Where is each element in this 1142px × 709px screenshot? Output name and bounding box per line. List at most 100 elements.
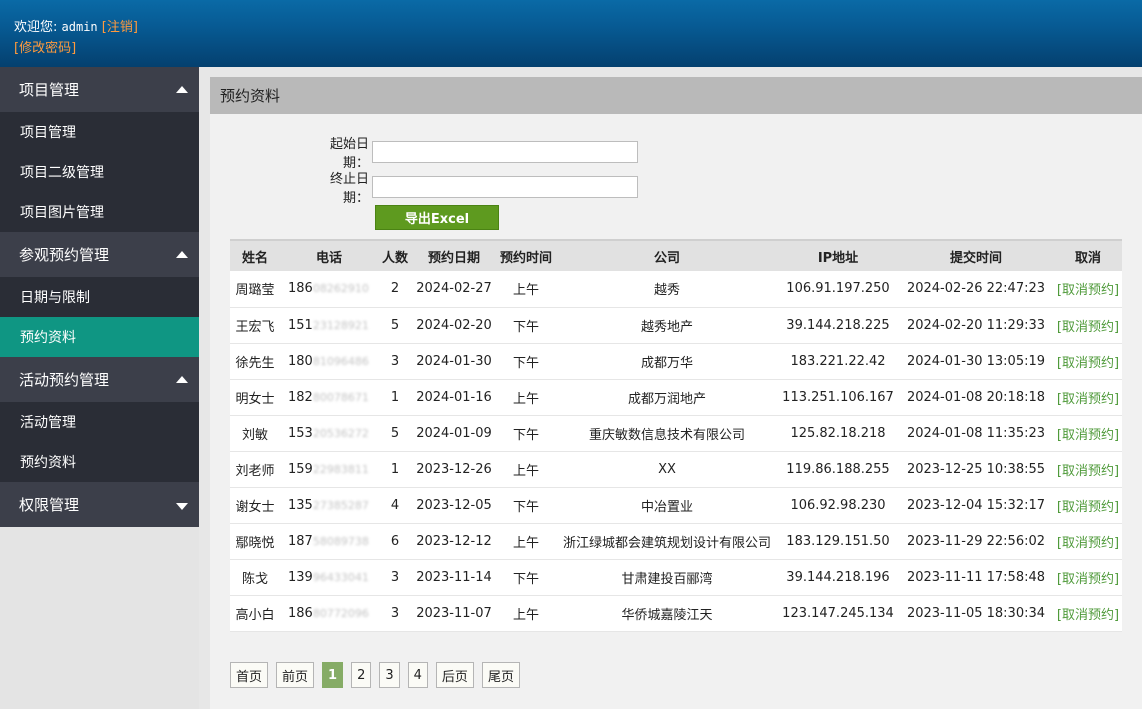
- logout-link[interactable]: [注销]: [102, 20, 138, 35]
- sidebar-group-label: 参观预约管理: [19, 246, 110, 264]
- phone-masked: 23128921: [312, 318, 369, 332]
- table-row: 周璐莹 18608262910 2 2024-02-27 上午 越秀 106.91.197.…: [230, 271, 1122, 308]
- column-header: 取消: [1054, 239, 1122, 271]
- cancel-booking-link[interactable]: [取消预约]: [1057, 392, 1119, 407]
- phone-cell: 15922983811: [280, 451, 378, 488]
- cancel-booking-link[interactable]: [取消预约]: [1057, 283, 1119, 298]
- time-cell: 上午: [496, 271, 556, 308]
- people-cell: 3: [378, 343, 412, 380]
- phone-prefix: 182: [288, 389, 313, 405]
- cancel-booking-link[interactable]: [取消预约]: [1057, 500, 1119, 515]
- phone-cell: 18081096486: [280, 343, 378, 380]
- cancel-booking-link[interactable]: [取消预约]: [1057, 356, 1119, 371]
- company-cell: 越秀地产: [556, 307, 778, 344]
- ip-cell: 39.144.218.196: [778, 559, 898, 596]
- sidebar-group-visit[interactable]: 参观预约管理: [0, 232, 199, 277]
- cancel-booking-link[interactable]: [取消预约]: [1057, 608, 1119, 623]
- sidebar-item-visit-bookings[interactable]: 预约资料: [0, 317, 199, 357]
- people-cell: 1: [378, 379, 412, 416]
- time-cell: 上午: [496, 595, 556, 632]
- sidebar-item-project-manage[interactable]: 项目管理: [0, 112, 199, 152]
- cancel-booking-link[interactable]: [取消预约]: [1057, 320, 1119, 335]
- date-cell: 2024-01-09: [412, 415, 496, 452]
- date-cell: 2023-12-26: [412, 451, 496, 488]
- last-page-button[interactable]: 尾页: [481, 662, 520, 688]
- column-header: 姓名: [230, 239, 280, 271]
- people-cell: 4: [378, 487, 412, 524]
- start-date-input[interactable]: [372, 141, 638, 163]
- sidebar-group-permissions[interactable]: 权限管理: [0, 482, 199, 527]
- sidebar-item-date-limits[interactable]: 日期与限制: [0, 277, 199, 317]
- name-cell: 王宏飞: [230, 307, 280, 344]
- date-cell: 2023-11-07: [412, 595, 496, 632]
- people-cell: 1: [378, 451, 412, 488]
- cancel-cell: [取消预约]: [1054, 451, 1122, 488]
- prev-page-button[interactable]: 前页: [276, 662, 315, 688]
- first-page-button[interactable]: 首页: [230, 662, 269, 688]
- sidebar-group-label: 活动预约管理: [19, 371, 110, 389]
- ip-cell: 183.221.22.42: [778, 343, 898, 380]
- date-cell: 2023-12-12: [412, 523, 496, 560]
- sidebar-group-activity[interactable]: 活动预约管理: [0, 357, 199, 402]
- phone-masked: 58089738: [312, 534, 369, 548]
- phone-prefix: 186: [288, 281, 313, 297]
- table-row: 明女士 18280078671 1 2024-01-16 上午 成都万润地产 113.251…: [230, 379, 1122, 416]
- phone-cell: 13996433041: [280, 559, 378, 596]
- page-1-button[interactable]: 1: [322, 662, 344, 688]
- cancel-cell: [取消预约]: [1054, 523, 1122, 560]
- column-header: IP地址: [778, 239, 898, 271]
- submitted-cell: 2024-01-08 11:35:23: [898, 415, 1054, 452]
- submitted-cell: 2024-02-20 11:29:33: [898, 307, 1054, 344]
- caret-down-icon: [176, 503, 188, 510]
- cancel-booking-link[interactable]: [取消预约]: [1057, 464, 1119, 479]
- main-panel: 预约资料 起始日期： 终止日期： 导出Excel 姓名 电话 人数 预约日期 预…: [210, 77, 1142, 709]
- welcome-label: 欢迎您:: [14, 20, 58, 35]
- change-password-link[interactable]: [修改密码]: [14, 41, 76, 56]
- sidebar-item-project-images[interactable]: 项目图片管理: [0, 192, 199, 232]
- submitted-cell: 2023-12-04 15:32:17: [898, 487, 1054, 524]
- ip-cell: 123.147.245.134: [778, 595, 898, 632]
- phone-cell: 18608262910: [280, 271, 378, 308]
- page-4-button[interactable]: 4: [407, 662, 428, 688]
- caret-up-icon: [176, 251, 188, 258]
- cancel-cell: [取消预约]: [1054, 379, 1122, 416]
- cancel-cell: [取消预约]: [1054, 559, 1122, 596]
- name-cell: 谢女士: [230, 487, 280, 524]
- sidebar: 项目管理 项目管理 项目二级管理 项目图片管理 参观预约管理 日期与限制 预约资…: [0, 67, 199, 709]
- sidebar-item-project-level2[interactable]: 项目二级管理: [0, 152, 199, 192]
- phone-masked: 27385287: [312, 498, 369, 512]
- name-cell: 周璐莹: [230, 271, 280, 308]
- column-header: 预约时间: [496, 239, 556, 271]
- cancel-booking-link[interactable]: [取消预约]: [1057, 536, 1119, 551]
- date-cell: 2024-02-27: [412, 271, 496, 308]
- sidebar-group-label: 权限管理: [19, 496, 80, 514]
- submitted-cell: 2023-11-29 22:56:02: [898, 523, 1054, 560]
- phone-masked: 20536272: [312, 426, 369, 440]
- page-2-button[interactable]: 2: [351, 662, 372, 688]
- next-page-button[interactable]: 后页: [435, 662, 474, 688]
- submitted-cell: 2023-11-05 18:30:34: [898, 595, 1054, 632]
- submitted-cell: 2024-01-30 13:05:19: [898, 343, 1054, 380]
- table-header-row: 姓名 电话 人数 预约日期 预约时间 公司 IP地址 提交时间 取消: [230, 239, 1122, 271]
- start-date-row: 起始日期：: [305, 133, 638, 171]
- cancel-booking-link[interactable]: [取消预约]: [1057, 428, 1119, 443]
- cancel-booking-link[interactable]: [取消预约]: [1057, 572, 1119, 587]
- table-row: 谢女士 13527385287 4 2023-12-05 下午 中冶置业 106.92.98…: [230, 487, 1122, 524]
- ip-cell: 113.251.106.167: [778, 379, 898, 416]
- time-cell: 下午: [496, 307, 556, 344]
- table-row: 陈戈 13996433041 3 2023-11-14 下午 甘肃建投百郦湾 39.144.…: [230, 559, 1122, 596]
- page-3-button[interactable]: 3: [379, 662, 400, 688]
- name-cell: 鄢晓悦: [230, 523, 280, 560]
- name-cell: 陈戈: [230, 559, 280, 596]
- ip-cell: 125.82.18.218: [778, 415, 898, 452]
- export-excel-button[interactable]: 导出Excel: [375, 205, 499, 230]
- time-cell: 下午: [496, 343, 556, 380]
- sidebar-item-activity-bookings[interactable]: 预约资料: [0, 442, 199, 482]
- sidebar-group-project[interactable]: 项目管理: [0, 67, 199, 112]
- company-cell: 成都万华: [556, 343, 778, 380]
- phone-prefix: 180: [288, 353, 313, 369]
- sidebar-item-activity-manage[interactable]: 活动管理: [0, 402, 199, 442]
- phone-prefix: 139: [288, 569, 313, 585]
- cancel-cell: [取消预约]: [1054, 307, 1122, 344]
- end-date-input[interactable]: [372, 176, 638, 198]
